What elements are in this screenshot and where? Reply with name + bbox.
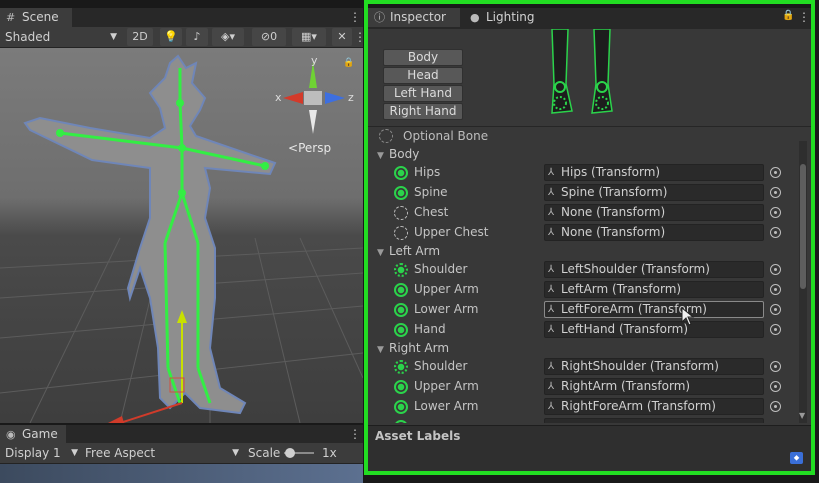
- lock-icon[interactable]: 🔒: [343, 58, 354, 68]
- tools-icon[interactable]: ✕: [332, 28, 352, 46]
- aspect-dropdown[interactable]: Free Aspect ▼: [85, 443, 239, 463]
- tab-scene[interactable]: # Scene: [0, 8, 72, 27]
- dropdown-arrow-icon: ▼: [110, 32, 117, 42]
- aspect-value: Free Aspect: [85, 446, 156, 460]
- scene-tab-label: Scene: [22, 10, 59, 24]
- axis-x-label: x: [275, 91, 282, 104]
- highlight-frame: [364, 0, 815, 475]
- hidden-objects-toggle[interactable]: ⊘0: [252, 28, 286, 46]
- hidden-count: 0: [270, 30, 278, 43]
- shading-mode-value: Shaded: [5, 30, 51, 44]
- game-toolbar: Display 1 ▼ Free Aspect ▼ Scale 1x: [0, 443, 363, 464]
- axis-gizmo-icon: [283, 62, 345, 134]
- toggle-2d-button[interactable]: 2D: [127, 28, 153, 46]
- game-panel: ◉ Game ⋮ Display 1 ▼ Free Aspect ▼ Scale…: [0, 425, 363, 483]
- shading-mode-dropdown[interactable]: Shaded ▼: [5, 27, 119, 47]
- axis-y-label: y: [311, 54, 318, 67]
- orientation-gizmo[interactable]: y x z 🔒: [275, 54, 355, 140]
- dropdown-arrow-icon: ▼: [232, 448, 239, 458]
- audio-toggle-icon[interactable]: ♪: [186, 28, 208, 46]
- lighting-toggle-icon[interactable]: 💡: [160, 28, 182, 46]
- effects-toggle-icon[interactable]: ◈▾: [212, 28, 244, 46]
- scene-panel: # Scene ⋮ Shaded ▼ 2D 💡 ♪ ◈▾ ⊘0 ▦▾ ✕ ⋮ y…: [0, 8, 366, 423]
- scale-value: 1x: [322, 446, 337, 460]
- game-tab-label: Game: [22, 427, 58, 441]
- game-view: [0, 464, 363, 483]
- inspector-panel: ⓘ Inspector ● Lighting 🔒 ⋮ Body Head Lef…: [364, 0, 819, 483]
- display-value: Display 1: [5, 446, 61, 460]
- scene-tabbar: # Scene ⋮: [0, 8, 363, 27]
- game-tabbar: ◉ Game ⋮: [0, 425, 363, 444]
- axis-z-label: z: [348, 91, 354, 104]
- tab-game[interactable]: ◉ Game: [0, 425, 66, 444]
- gamepad-icon: ◉: [6, 428, 16, 441]
- gizmos-toggle-icon[interactable]: ▦▾: [292, 28, 326, 46]
- eye-slash-icon: ⊘: [260, 30, 271, 43]
- dropdown-arrow-icon: ▼: [71, 448, 78, 458]
- scene-menu-icon[interactable]: ⋮: [349, 10, 361, 24]
- persp-icon: <: [288, 141, 299, 155]
- projection-toggle[interactable]: <Persp: [288, 141, 331, 155]
- scene-viewport[interactable]: y x z 🔒 <Persp: [0, 48, 363, 423]
- grid-icon: #: [6, 11, 16, 24]
- character-model: [23, 54, 277, 415]
- game-menu-icon[interactable]: ⋮: [349, 427, 361, 441]
- persp-label: Persp: [298, 141, 332, 155]
- scene-toolbar: Shaded ▼ 2D 💡 ♪ ◈▾ ⊘0 ▦▾ ✕ ⋮: [0, 27, 366, 48]
- display-dropdown[interactable]: Display 1 ▼: [5, 443, 78, 463]
- scale-slider-handle[interactable]: [285, 448, 295, 458]
- scale-label: Scale: [248, 446, 281, 460]
